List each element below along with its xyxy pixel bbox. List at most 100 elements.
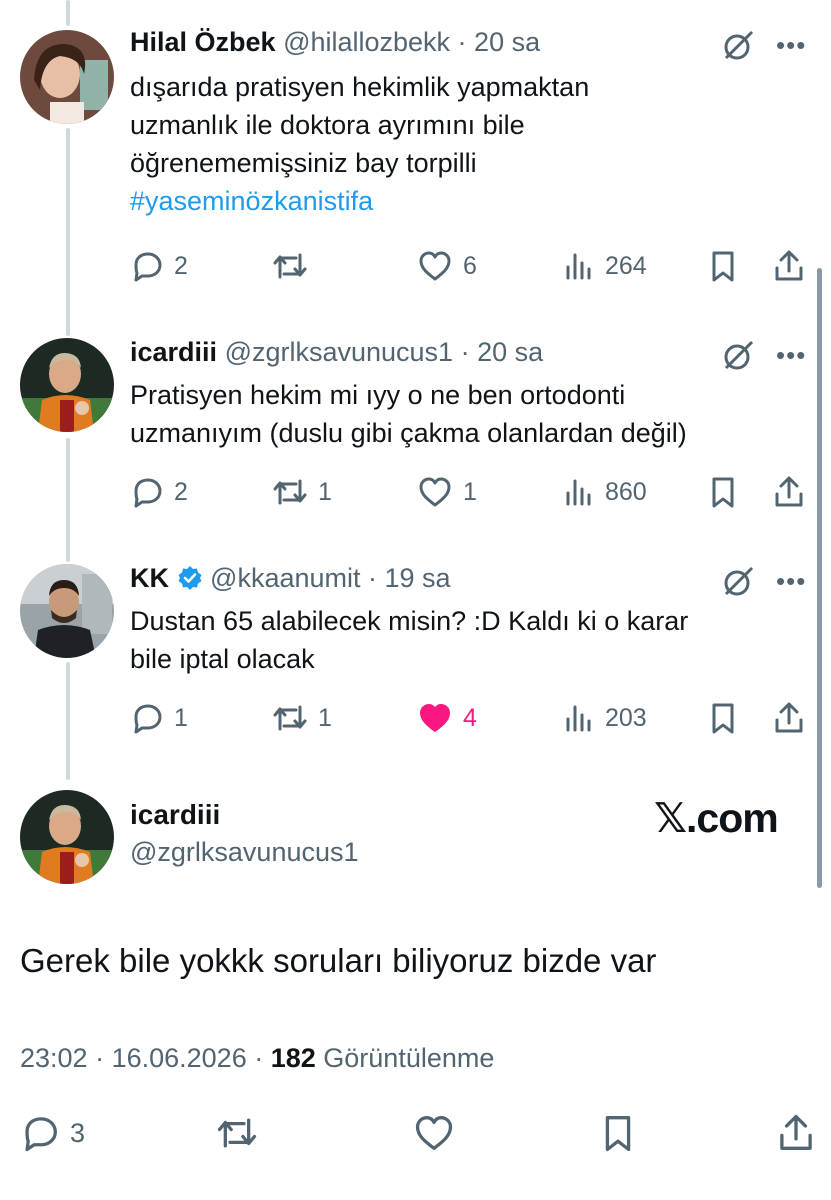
repost-icon [273, 705, 307, 731]
repost-count: 1 [318, 477, 332, 506]
post-date[interactable]: 16.06.2026 [112, 1043, 247, 1073]
share-icon [780, 1114, 812, 1150]
tweet-line: öğrenememişsiniz bay torpilli [130, 148, 477, 178]
tweet-text: dışarıda pratisyen hekimlik yapmaktan uz… [130, 68, 800, 220]
tweet-text: Dustan 65 alabilecek misin? :D Kaldı ki … [130, 602, 800, 678]
more-icon[interactable]: ••• [776, 568, 806, 594]
grok-icon[interactable] [722, 564, 756, 598]
author-name[interactable]: icardiii [130, 797, 359, 833]
reply-button[interactable]: 1 [130, 698, 188, 738]
view-label: Görüntülenme [315, 1043, 495, 1073]
reply-button[interactable]: 3 [20, 1110, 85, 1156]
tweet-line: Dustan 65 alabilecek misin? :D Kaldı ki … [130, 606, 689, 636]
like-button[interactable] [412, 1110, 466, 1156]
bookmark-button[interactable] [708, 472, 748, 512]
timestamp[interactable]: 20 sa [477, 337, 543, 367]
more-icon[interactable]: ••• [776, 342, 806, 368]
share-button[interactable] [776, 1110, 826, 1156]
views-button[interactable]: 264 [563, 246, 647, 286]
views-button[interactable]: 203 [563, 698, 647, 738]
repost-button[interactable]: 1 [272, 472, 332, 512]
share-icon [775, 476, 803, 507]
like-button[interactable]: 6 [417, 246, 477, 286]
reply-icon [134, 704, 162, 734]
x-com-watermark: 𝕏.com [654, 795, 779, 841]
main-header: icardiii @zgrlksavunucus1 [130, 797, 359, 871]
repost-icon [217, 1118, 257, 1148]
tweet-meta: 23:02 · 16.06.2026 · 182 Görüntülenme [20, 1040, 494, 1076]
reply-button[interactable]: 2 [130, 246, 188, 286]
repost-button[interactable]: 1 [272, 698, 332, 738]
share-button[interactable] [772, 472, 816, 512]
reply-button[interactable]: 2 [130, 472, 188, 512]
tweet-text: Pratisyen hekim mi ıyy o ne ben ortodont… [130, 376, 800, 452]
tweet-header: Hilal Özbek @hilallozbekk · 20 sa [130, 26, 540, 58]
author-handle[interactable]: @zgrlksavunucus1 [130, 833, 359, 871]
views-count: 203 [605, 703, 647, 732]
views-icon [566, 253, 591, 280]
share-button[interactable] [772, 246, 816, 286]
tweet-actions: 2 1 1 860 [130, 472, 810, 512]
separator: · [450, 27, 475, 57]
like-button[interactable]: 4 [417, 698, 477, 738]
header-icons: ••• [722, 338, 812, 372]
avatar[interactable] [20, 564, 114, 658]
tweet-line: uzmanıyım (duslu gibi çakma olanlardan d… [130, 418, 687, 448]
avatar[interactable] [20, 790, 114, 884]
separator: · [87, 1043, 112, 1073]
reply-icon [134, 478, 162, 508]
tweet-actions: 1 1 4 203 [130, 698, 810, 738]
bookmark-icon [712, 703, 734, 734]
bookmark-button[interactable] [708, 246, 748, 286]
thread-line-1 [66, 0, 70, 26]
timestamp[interactable]: 20 sa [474, 27, 540, 57]
share-button[interactable] [772, 698, 816, 738]
author-handle[interactable]: @hilallozbekk [283, 27, 450, 57]
share-icon [775, 250, 803, 281]
author-handle[interactable]: @zgrlksavunucus1 [225, 337, 454, 367]
post-time[interactable]: 23:02 [20, 1043, 88, 1073]
repost-button[interactable] [272, 246, 318, 286]
bookmark-icon [605, 1116, 631, 1152]
tweet-header: icardiii @zgrlksavunucus1 · 20 sa [130, 336, 543, 368]
avatar[interactable] [20, 30, 114, 124]
separator: · [453, 337, 478, 367]
like-button[interactable]: 1 [417, 472, 477, 512]
author-name[interactable]: icardiii [130, 337, 217, 367]
author-name[interactable]: Hilal Özbek [130, 27, 276, 57]
scrollbar[interactable] [817, 268, 822, 888]
tweet-line: bile iptal olacak [130, 644, 315, 674]
author-handle[interactable]: @kkaanumit [210, 563, 360, 593]
more-icon[interactable]: ••• [776, 32, 806, 58]
main-tweet-actions: 3 [20, 1110, 820, 1156]
like-count: 1 [463, 477, 477, 506]
repost-icon [273, 253, 307, 279]
views-count: 860 [605, 477, 647, 506]
repost-button[interactable] [216, 1110, 268, 1156]
timestamp[interactable]: 19 sa [385, 563, 451, 593]
thread-line-4 [66, 662, 70, 780]
view-count: 182 [270, 1043, 316, 1073]
views-count: 264 [605, 251, 647, 280]
hashtag-link[interactable]: #yaseminözkanistifa [130, 182, 800, 220]
author-name[interactable]: KK [130, 563, 169, 593]
views-button[interactable]: 860 [563, 472, 647, 512]
separator: · [360, 563, 385, 593]
like-count: 4 [463, 703, 477, 732]
bookmark-button[interactable] [600, 1110, 646, 1156]
grok-icon[interactable] [722, 338, 756, 372]
views-icon [566, 479, 591, 506]
avatar[interactable] [20, 338, 114, 432]
bookmark-button[interactable] [708, 698, 748, 738]
views-icon [566, 705, 591, 732]
grok-icon[interactable] [722, 28, 756, 62]
heart-filled-icon [420, 704, 450, 732]
repost-icon [273, 479, 307, 505]
thread-line-2 [66, 128, 70, 336]
reply-count: 2 [174, 251, 188, 280]
tweet-header: KK @kkaanumit · 19 sa [130, 562, 451, 594]
heart-icon [415, 1116, 453, 1150]
verified-badge-icon [178, 566, 202, 590]
bookmark-icon [712, 477, 734, 508]
reply-icon [25, 1117, 57, 1152]
